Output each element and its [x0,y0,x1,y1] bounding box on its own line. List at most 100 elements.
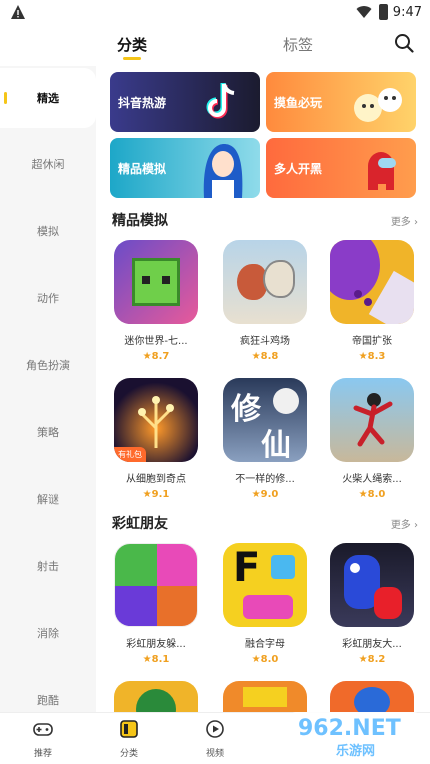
active-indicator [4,92,7,104]
rating-value: 9.1 [151,489,170,500]
icon-glyph: 仙 [261,428,291,462]
game-rating: ★8.7 [110,351,202,362]
sidebar-item-label: 模拟 [37,225,59,238]
game-icon-rainbow-hide[interactable] [114,543,198,627]
banner-douyin-hot[interactable]: 抖音热游 [110,72,260,132]
game-icon-rainbow-adventure[interactable] [330,543,414,627]
game-card[interactable]: 彩虹朋友大... ★8.2 [326,543,418,665]
tab-tags[interactable]: 标签 [283,34,313,55]
game-icon-partial[interactable] [223,681,307,712]
star-icon: ★ [142,654,152,665]
game-card[interactable]: 疯狂斗鸡场 ★8.8 [219,240,311,362]
banner-label: 多人开黑 [274,162,323,176]
game-name: 迷你世界-七... [124,336,188,347]
game-icon-chicken-fight[interactable] [223,240,307,324]
star-icon: ★ [251,351,261,362]
game-rating: ★8.2 [326,654,418,665]
sidebar-item-strategy[interactable]: 策略 [0,402,96,462]
banner-premium-simulation[interactable]: 精品模拟 [110,138,260,198]
nav-video[interactable]: 视频 [185,719,245,759]
status-time: 9:47 [392,5,422,20]
star-icon: ★ [251,654,261,665]
game-name: 火柴人绳索... [342,474,402,485]
sidebar-item-label: 跑酷 [37,694,59,707]
nav-recommend[interactable]: 推荐 [13,719,73,759]
search-icon[interactable] [394,33,414,53]
active-tab-underline [123,57,141,60]
game-card[interactable]: 火柴人绳索... ★8.0 [326,378,418,500]
star-icon: ★ [358,654,368,665]
game-name: 彩虹朋友大... [342,639,402,650]
game-icon-partial[interactable] [114,681,198,712]
sidebar-item-label: 策略 [37,426,59,439]
game-icon-partial[interactable] [330,681,414,712]
rating-value: 8.0 [260,654,279,665]
nav-label: 分类 [119,749,138,759]
game-name: 帝国扩张 [352,336,392,347]
game-rating: ★8.0 [219,654,311,665]
wifi-icon [356,6,372,19]
game-card[interactable]: 修 仙 不一样的修... ★9.0 [219,378,311,500]
sidebar-item-match[interactable]: 消除 [0,603,96,663]
game-rating: ★8.8 [219,351,311,362]
watermark-subtext: 乐游网 [336,744,376,759]
gamepad-icon [33,723,53,736]
more-link[interactable]: 更多 › [391,213,418,228]
top-tab-bar: 分类 标签 [0,26,430,66]
game-card[interactable] [219,681,311,712]
sidebar-item-shooter[interactable]: 射击 [0,536,96,596]
game-card[interactable] [110,681,202,712]
sidebar-item-casual[interactable]: 超休闲 [0,134,96,194]
tiktok-logo-icon [206,83,235,119]
banner-label: 精品模拟 [118,162,167,176]
sidebar-item-label: 消除 [37,627,59,640]
nav-category[interactable]: 分类 [99,719,159,759]
game-card[interactable]: F 融合字母 ★8.0 [219,543,311,665]
icon-glyph: 修 [231,392,261,427]
category-icon [120,720,138,738]
among-us-crewmate-icon [368,152,396,190]
game-icon-mini-world[interactable] [114,240,198,324]
game-icon-stickman-rope[interactable] [330,378,414,462]
tab-category[interactable]: 分类 [117,34,147,60]
sidebar-item-rpg[interactable]: 角色扮演 [0,335,96,395]
star-icon: ★ [358,351,368,362]
game-name: 疯狂斗鸡场 [240,336,290,347]
chevron-right-icon: › [414,520,418,531]
game-icon-empire-expansion[interactable] [330,240,414,324]
sidebar-item-simulation[interactable]: 模拟 [0,201,96,261]
game-card[interactable]: 帝国扩张 ★8.3 [326,240,418,362]
game-card[interactable]: 迷你世界-七... ★8.7 [110,240,202,362]
rating-value: 8.7 [151,351,170,362]
game-card[interactable]: 有礼包 从细胞到奇点 ★9.1 [110,378,202,500]
sidebar-item-label: 射击 [37,560,59,573]
battery-icon [379,4,388,20]
nav-label: 推荐 [33,749,52,759]
game-icon-cultivation[interactable]: 修 仙 [223,378,307,462]
game-card[interactable]: 彩虹朋友躲... ★8.1 [110,543,202,665]
more-link[interactable]: 更多 › [391,516,418,531]
watermark-logo: 962.NET 乐游网 [290,712,420,759]
game-name: 融合字母 [245,639,285,650]
sidebar-item-puzzle[interactable]: 解谜 [0,469,96,529]
banner-multiplayer[interactable]: 多人开黑 [266,138,416,198]
section-title: 彩虹朋友 [112,516,168,532]
watermark-text: 962.NET [298,716,401,741]
sidebar-item-label: 超休闲 [31,158,65,171]
banner-label: 抖音热游 [118,96,167,110]
game-icon-cell-to-singularity[interactable]: 有礼包 [114,378,198,462]
cute-characters-icon [354,88,402,122]
tab-tags-label: 标签 [283,36,314,54]
game-card[interactable] [326,681,418,712]
game-name: 不一样的修... [235,474,295,485]
sidebar-item-action[interactable]: 动作 [0,268,96,328]
sidebar-item-featured[interactable]: 精选 [0,68,96,128]
sidebar-item-label: 解谜 [37,493,59,506]
section-title: 精品模拟 [112,213,168,229]
game-rating: ★8.0 [326,489,418,500]
game-icon-fusion-letters[interactable]: F [223,543,307,627]
chevron-right-icon: › [414,217,418,228]
main-content: 抖音热游 摸鱼必玩 精品模拟 多人开黑 精品模拟 更多 › 迷你世界-七... … [104,66,426,712]
banner-slacking-must-play[interactable]: 摸鱼必玩 [266,72,416,132]
sidebar-item-label: 精选 [37,92,59,105]
